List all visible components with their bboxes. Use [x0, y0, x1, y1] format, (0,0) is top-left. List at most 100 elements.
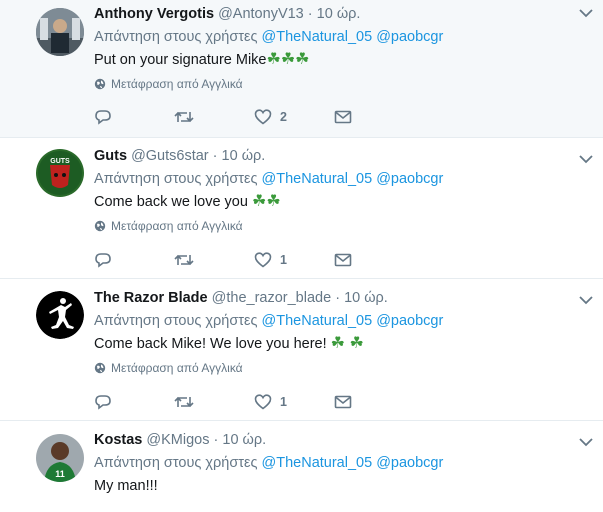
heart-icon — [254, 252, 272, 268]
like-count: 1 — [280, 395, 287, 409]
reply-button[interactable] — [94, 394, 174, 410]
tweet[interactable]: Anthony Vergotis @AntonyV13 · 10 ώρ. Απά… — [0, 0, 603, 138]
retweet-button[interactable] — [174, 109, 254, 125]
user-name[interactable]: Guts — [94, 148, 127, 164]
reply-icon — [95, 395, 111, 410]
user-handle[interactable]: @AntonyV13 — [218, 6, 304, 22]
retweet-button[interactable] — [174, 394, 254, 410]
avatar[interactable] — [36, 291, 84, 339]
reply-prefix: Απάντηση στους χρήστες — [94, 171, 258, 187]
translate-label: Μετάφραση από Αγγλικά — [111, 77, 243, 91]
timestamp[interactable]: 10 ώρ. — [344, 290, 388, 306]
avatar[interactable]: 11 — [36, 434, 84, 482]
tweet-text: My man!!! — [94, 476, 583, 496]
tweet-header: The Razor Blade @the_razor_blade · 10 ώρ… — [94, 288, 583, 308]
timestamp[interactable]: 10 ώρ. — [222, 148, 266, 164]
reply-prefix: Απάντηση στους χρήστες — [94, 313, 258, 329]
heart-icon — [254, 394, 272, 410]
tweet-text: Come back we love you ☘☘ — [94, 192, 583, 212]
separator-dot: · — [212, 148, 218, 164]
tweet-actions: 1 — [94, 252, 414, 268]
reply-button[interactable] — [94, 252, 174, 268]
translate-label: Μετάφραση από Αγγλικά — [111, 361, 243, 375]
tweet-content: Kostas @KMigos · 10 ώρ. Απάντηση στους χ… — [94, 430, 583, 496]
like-count: 1 — [280, 253, 287, 267]
user-handle[interactable]: @Guts6star — [131, 148, 209, 164]
like-button[interactable]: 1 — [254, 252, 334, 268]
message-button[interactable] — [334, 253, 414, 267]
tweet-actions: 2 — [94, 109, 414, 125]
timestamp[interactable]: 10 ώρ. — [317, 6, 361, 22]
globe-icon — [94, 362, 106, 374]
avatar[interactable]: GUTS — [36, 149, 84, 197]
retweet-icon — [174, 396, 194, 408]
translate-link[interactable]: Μετάφραση από Αγγλικά — [94, 77, 583, 91]
tweet-content: The Razor Blade @the_razor_blade · 10 ώρ… — [94, 288, 583, 375]
separator-dot: · — [213, 432, 219, 448]
translate-link[interactable]: Μετάφραση από Αγγλικά — [94, 361, 583, 375]
reply-prefix: Απάντηση στους χρήστες — [94, 455, 258, 471]
mail-icon — [334, 395, 352, 409]
message-button[interactable] — [334, 395, 414, 409]
separator-dot: · — [307, 6, 313, 22]
svg-text:GUTS: GUTS — [50, 158, 70, 165]
globe-icon — [94, 78, 106, 90]
reply-context: Απάντηση στους χρήστες @TheNatural_05 @p… — [94, 27, 583, 47]
shamrock-emoji: ☘☘☘ — [266, 51, 310, 68]
svg-text:11: 11 — [55, 469, 65, 479]
reply-button[interactable] — [94, 109, 174, 125]
mention-link[interactable]: @paobcgr — [376, 313, 443, 329]
retweet-icon — [174, 111, 194, 123]
mention-link[interactable]: @paobcgr — [376, 171, 443, 187]
heart-icon — [254, 109, 272, 125]
tweet-header: Anthony Vergotis @AntonyV13 · 10 ώρ. — [94, 4, 583, 24]
tweet-content: Anthony Vergotis @AntonyV13 · 10 ώρ. Απά… — [94, 4, 583, 91]
user-name[interactable]: The Razor Blade — [94, 290, 208, 306]
tweet[interactable]: GUTS Guts @Guts6star · 10 ώρ. Απάντηση σ… — [0, 138, 603, 279]
translate-link[interactable]: Μετάφραση από Αγγλικά — [94, 219, 583, 233]
user-name[interactable]: Kostas — [94, 432, 142, 448]
timestamp[interactable]: 10 ώρ. — [222, 432, 266, 448]
mention-link[interactable]: @TheNatural_05 — [262, 313, 373, 329]
mention-link[interactable]: @TheNatural_05 — [262, 29, 373, 45]
tweet-header: Guts @Guts6star · 10 ώρ. — [94, 146, 583, 166]
translate-label: Μετάφραση από Αγγλικά — [111, 219, 243, 233]
retweet-button[interactable] — [174, 252, 254, 268]
tweet[interactable]: 11 Kostas @KMigos · 10 ώρ. Απάντηση στου… — [0, 421, 603, 512]
shamrock-emoji: ☘ ☘ — [330, 335, 364, 352]
mail-icon — [334, 253, 352, 267]
reply-context: Απάντηση στους χρήστες @TheNatural_05 @p… — [94, 311, 583, 331]
message-button[interactable] — [334, 110, 414, 124]
tweet-text-body: My man!!! — [94, 478, 158, 494]
tweet-text: Come back Mike! We love you here! ☘ ☘ — [94, 334, 583, 354]
reply-context: Απάντηση στους χρήστες @TheNatural_05 @p… — [94, 453, 583, 473]
mention-link[interactable]: @TheNatural_05 — [262, 455, 373, 471]
tweet-text-body: Put on your signature Mike — [94, 52, 267, 68]
avatar[interactable] — [36, 8, 84, 56]
tweet[interactable]: The Razor Blade @the_razor_blade · 10 ώρ… — [0, 279, 603, 421]
separator-dot: · — [335, 290, 341, 306]
like-button[interactable]: 1 — [254, 394, 334, 410]
mention-link[interactable]: @TheNatural_05 — [262, 171, 373, 187]
like-button[interactable]: 2 — [254, 109, 334, 125]
user-handle[interactable]: @the_razor_blade — [212, 290, 332, 306]
retweet-icon — [174, 254, 194, 266]
tweet-text-body: Come back we love you — [94, 194, 248, 210]
like-count: 2 — [280, 110, 287, 124]
tweet-text: Put on your signature Mike☘☘☘ — [94, 50, 583, 70]
user-handle[interactable]: @KMigos — [146, 432, 209, 448]
globe-icon — [94, 220, 106, 232]
reply-icon — [95, 253, 111, 268]
tweet-header: Kostas @KMigos · 10 ώρ. — [94, 430, 583, 450]
tweet-actions: 1 — [94, 394, 414, 410]
reply-prefix: Απάντηση στους χρήστες — [94, 29, 258, 45]
reply-context: Απάντηση στους χρήστες @TheNatural_05 @p… — [94, 169, 583, 189]
reply-icon — [95, 110, 111, 125]
tweet-content: Guts @Guts6star · 10 ώρ. Απάντηση στους … — [94, 146, 583, 233]
tweet-text-body: Come back Mike! We love you here! — [94, 336, 327, 352]
mention-link[interactable]: @paobcgr — [376, 455, 443, 471]
mention-link[interactable]: @paobcgr — [376, 29, 443, 45]
user-name[interactable]: Anthony Vergotis — [94, 6, 214, 22]
mail-icon — [334, 110, 352, 124]
shamrock-emoji: ☘☘ — [251, 193, 281, 210]
